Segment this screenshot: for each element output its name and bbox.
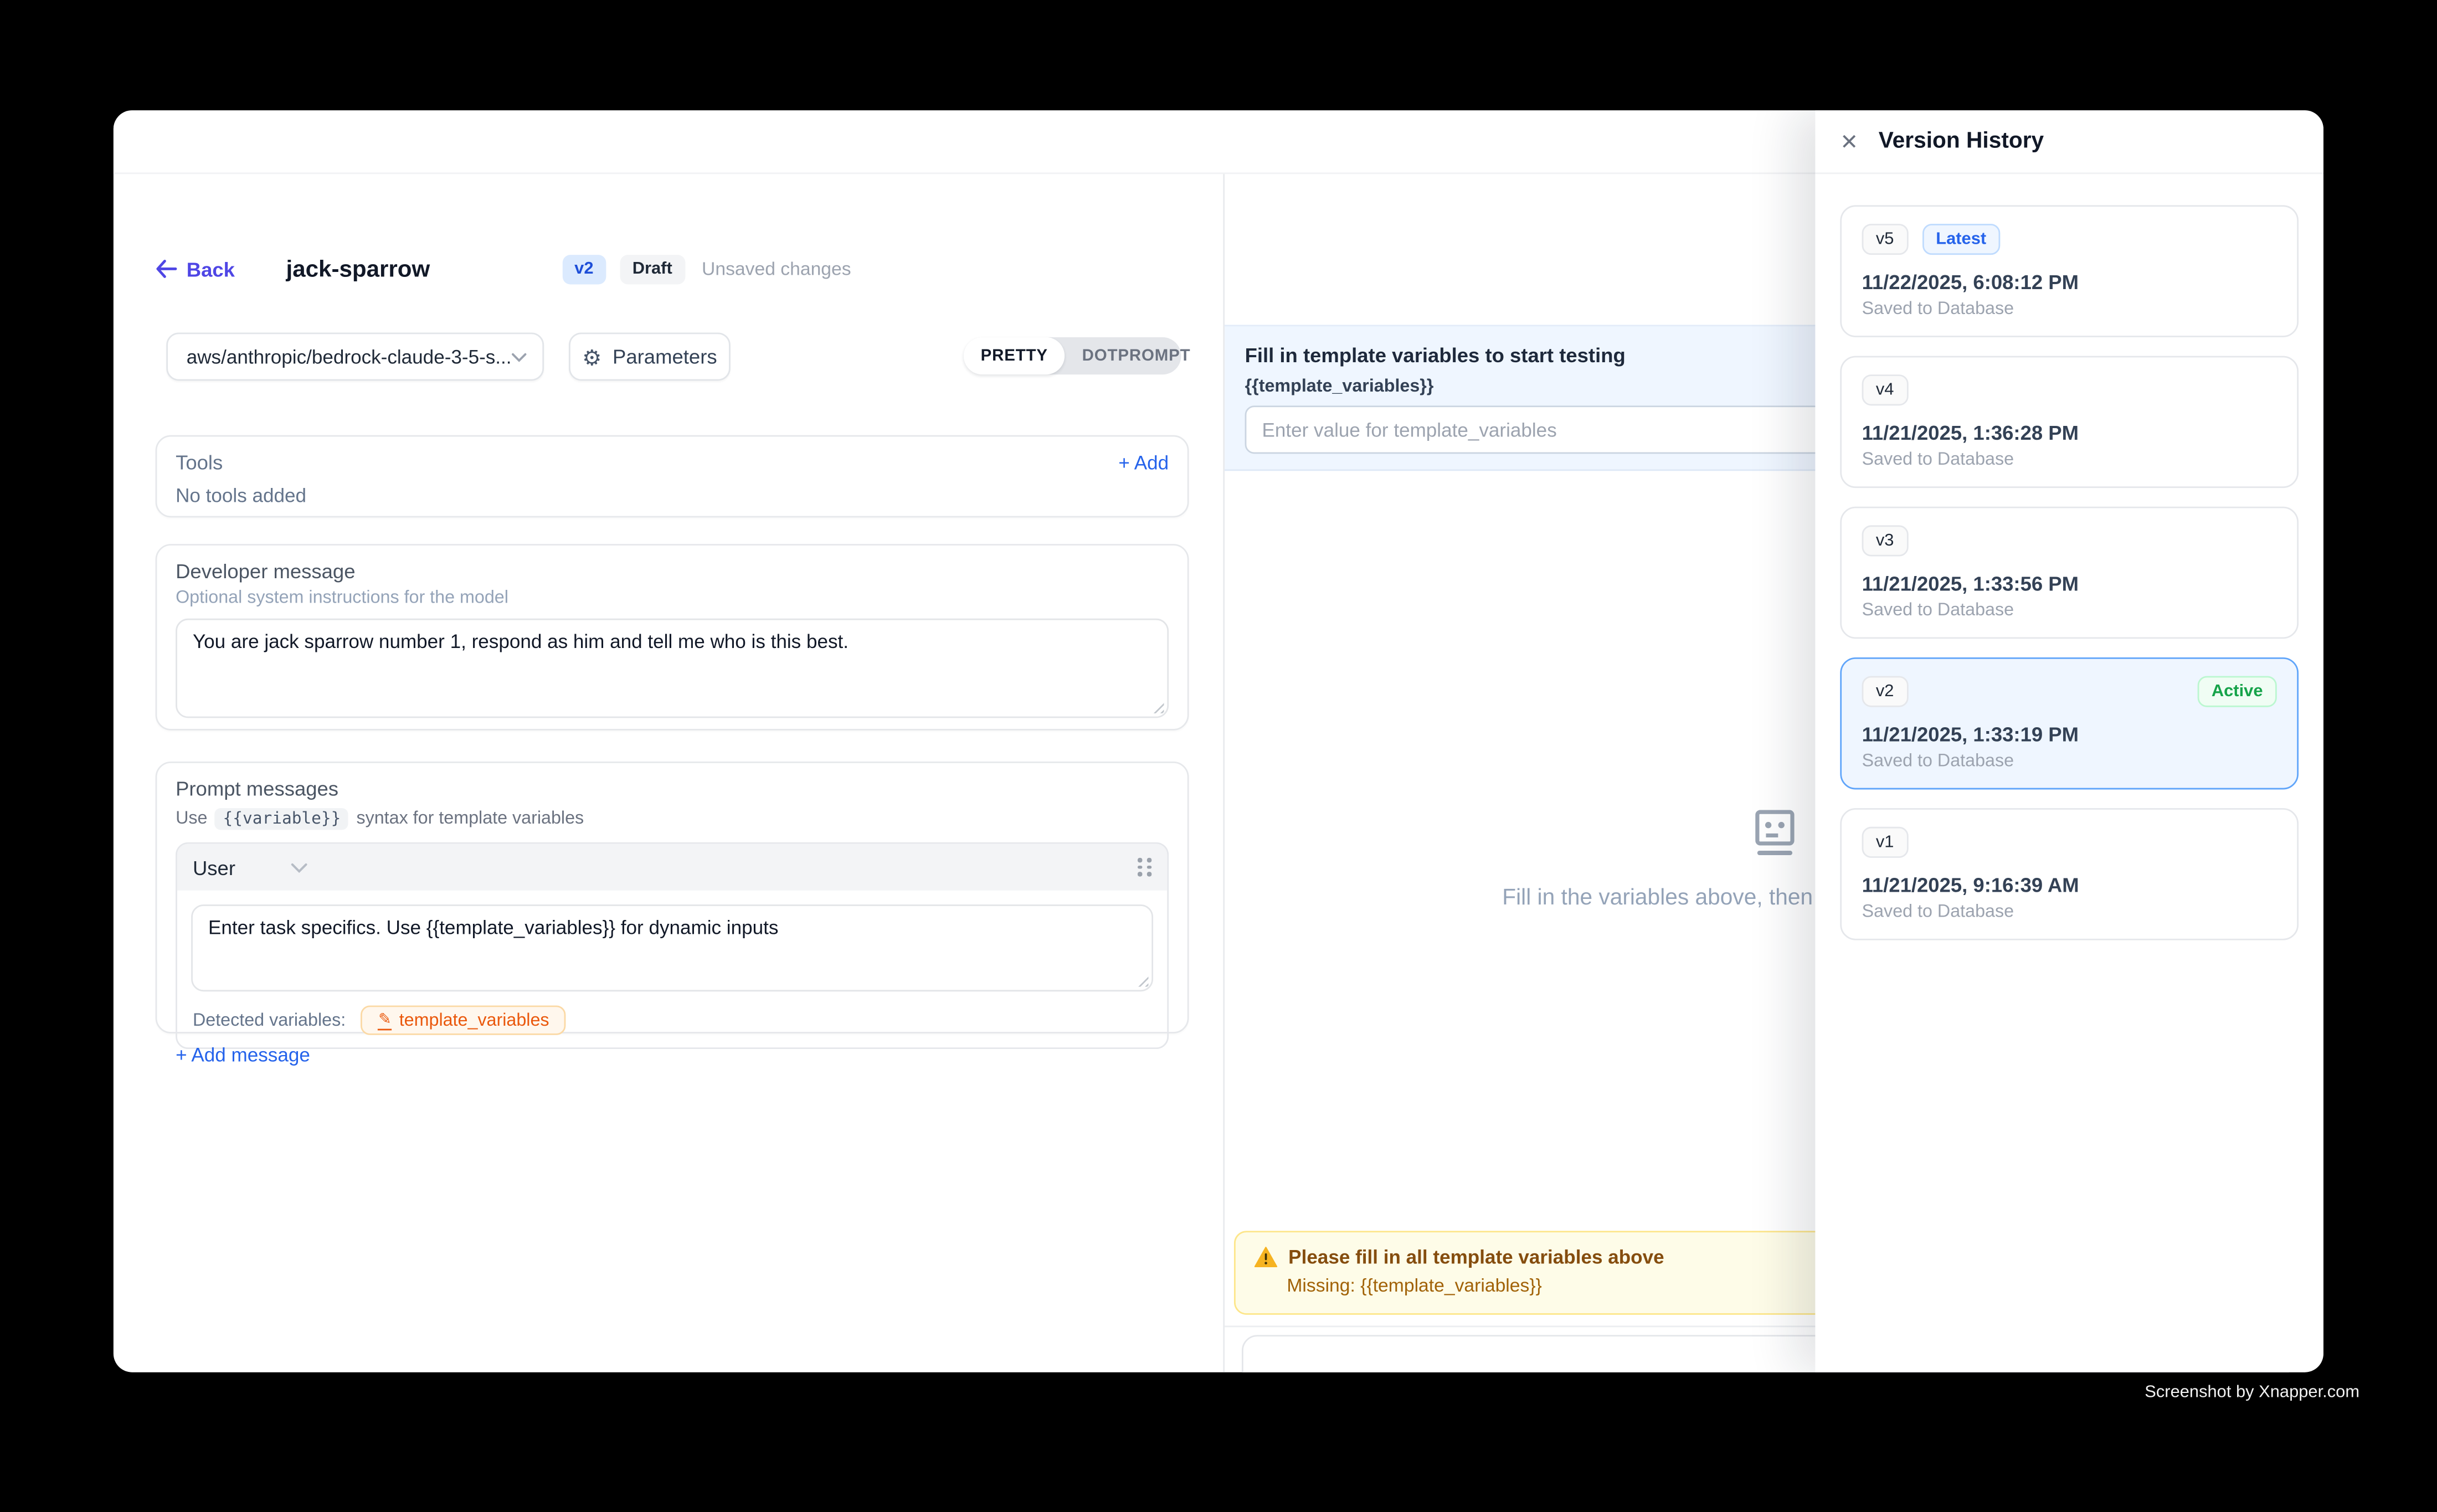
role-select[interactable]: User	[193, 856, 235, 879]
toggle-dotprompt[interactable]: DOTPROMPT	[1065, 337, 1208, 374]
arrow-left-icon	[156, 260, 177, 279]
version-history-title: Version History	[1879, 129, 2044, 154]
version-card-v4[interactable]: v4 11/21/2025, 1:36:28 PM Saved to Datab…	[1840, 356, 2299, 488]
user-message-textarea[interactable]: Enter task specifics. Use {{template_var…	[191, 904, 1153, 991]
drag-handle-icon[interactable]	[1138, 858, 1151, 876]
model-toolbar: aws/anthropic/bedrock-claude-3-5-s... ⚙ …	[114, 332, 1223, 380]
prompt-header: Back jack-sparrow v2 Draft Unsaved chang…	[156, 252, 851, 286]
version-status: Saved to Database	[1862, 451, 2277, 470]
version-status: Saved to Database	[1862, 752, 2277, 771]
variable-pill-label: template_variables	[399, 1011, 549, 1030]
version-list: v5 Latest 11/22/2025, 6:08:12 PM Saved t…	[1815, 174, 2323, 990]
add-message-button[interactable]: + Add message	[176, 1045, 310, 1066]
message-block: User Enter task specifics. Use {{templat…	[176, 842, 1169, 1049]
model-select-value: aws/anthropic/bedrock-claude-3-5-s...	[187, 346, 511, 367]
tools-title: Tools	[176, 451, 223, 474]
version-card-v2-active[interactable]: v2 Active 11/21/2025, 1:33:19 PM Saved t…	[1840, 657, 2299, 790]
draft-badge: Draft	[620, 254, 685, 284]
message-role-bar: User	[177, 844, 1167, 891]
pencil-icon: ✎	[378, 1011, 392, 1030]
xnapper-watermark: Screenshot by Xnapper.com	[2145, 1383, 2359, 1402]
version-status: Saved to Database	[1862, 300, 2277, 319]
back-button[interactable]: Back	[156, 257, 235, 280]
version-card-v3[interactable]: v3 11/21/2025, 1:33:56 PM Saved to Datab…	[1840, 507, 2299, 639]
back-label: Back	[187, 257, 235, 280]
version-history-header: ✕ Version History	[1815, 110, 2323, 174]
page-title: jack-sparrow	[286, 256, 430, 282]
developer-message-textarea[interactable]: You are jack sparrow number 1, respond a…	[176, 619, 1169, 718]
parameters-label: Parameters	[613, 345, 717, 368]
prompt-messages-title: Prompt messages	[176, 777, 1169, 800]
version-timestamp: 11/21/2025, 9:16:39 AM	[1862, 873, 2277, 897]
version-history-panel: ✕ Version History v5 Latest 11/22/2025, …	[1815, 110, 2323, 1372]
version-timestamp: 11/21/2025, 1:36:28 PM	[1862, 421, 2277, 444]
version-status: Saved to Database	[1862, 601, 2277, 620]
hint-prefix: Use	[176, 810, 207, 829]
parameters-button[interactable]: ⚙ Parameters	[569, 332, 731, 380]
unsaved-changes-text: Unsaved changes	[702, 258, 851, 280]
version-status: Saved to Database	[1862, 903, 2277, 922]
app-window: Back jack-sparrow v2 Draft Unsaved chang…	[114, 110, 2323, 1372]
model-select[interactable]: aws/anthropic/bedrock-claude-3-5-s...	[166, 332, 544, 380]
active-badge: Active	[2198, 676, 2277, 707]
detected-variables-label: Detected variables:	[193, 1011, 346, 1030]
version-number-badge: v3	[1862, 525, 1908, 556]
warning-title: Please fill in all template variables ab…	[1288, 1246, 1664, 1268]
template-syntax-hint: Use {{variable}} syntax for template var…	[176, 808, 1169, 830]
add-tool-button[interactable]: + Add	[1118, 451, 1169, 473]
version-timestamp: 11/21/2025, 1:33:56 PM	[1862, 572, 2277, 595]
version-number-badge: v1	[1862, 827, 1908, 858]
developer-message-card: Developer message Optional system instru…	[156, 544, 1189, 731]
variable-code-pill: {{variable}}	[215, 808, 348, 830]
detected-variables-row: Detected variables: ✎ template_variables	[191, 1005, 1153, 1035]
latest-badge: Latest	[1922, 224, 2000, 255]
version-card-v5[interactable]: v5 Latest 11/22/2025, 6:08:12 PM Saved t…	[1840, 205, 2299, 337]
format-toggle: PRETTY DOTPROMPT	[964, 337, 1181, 374]
toggle-pretty[interactable]: PRETTY	[964, 337, 1065, 374]
template-variable-pill[interactable]: ✎ template_variables	[361, 1005, 566, 1035]
developer-message-subtitle: Optional system instructions for the mod…	[176, 589, 1169, 608]
version-timestamp: 11/21/2025, 1:33:19 PM	[1862, 723, 2277, 746]
tools-empty-text: No tools added	[176, 485, 1169, 506]
prompt-messages-card: Prompt messages Use {{variable}} syntax …	[156, 762, 1189, 1033]
version-timestamp: 11/22/2025, 6:08:12 PM	[1862, 270, 2277, 294]
warning-triangle-icon	[1254, 1246, 1277, 1268]
version-number-badge: v5	[1862, 224, 1908, 255]
hint-suffix: syntax for template variables	[356, 810, 584, 829]
version-card-v1[interactable]: v1 11/21/2025, 9:16:39 AM Saved to Datab…	[1840, 808, 2299, 940]
chevron-down-icon	[511, 352, 527, 362]
bot-face-icon	[1746, 805, 1802, 861]
version-number-badge: v2	[1862, 676, 1908, 707]
close-icon[interactable]: ✕	[1840, 131, 1858, 152]
gear-icon: ⚙	[582, 346, 601, 367]
chevron-down-icon[interactable]	[291, 862, 309, 873]
version-number-badge: v4	[1862, 374, 1908, 405]
developer-message-title: Developer message	[176, 559, 1169, 583]
stage: Back jack-sparrow v2 Draft Unsaved chang…	[0, 0, 2437, 1512]
version-badge: v2	[562, 254, 606, 284]
tools-card: Tools + Add No tools added	[156, 435, 1189, 518]
